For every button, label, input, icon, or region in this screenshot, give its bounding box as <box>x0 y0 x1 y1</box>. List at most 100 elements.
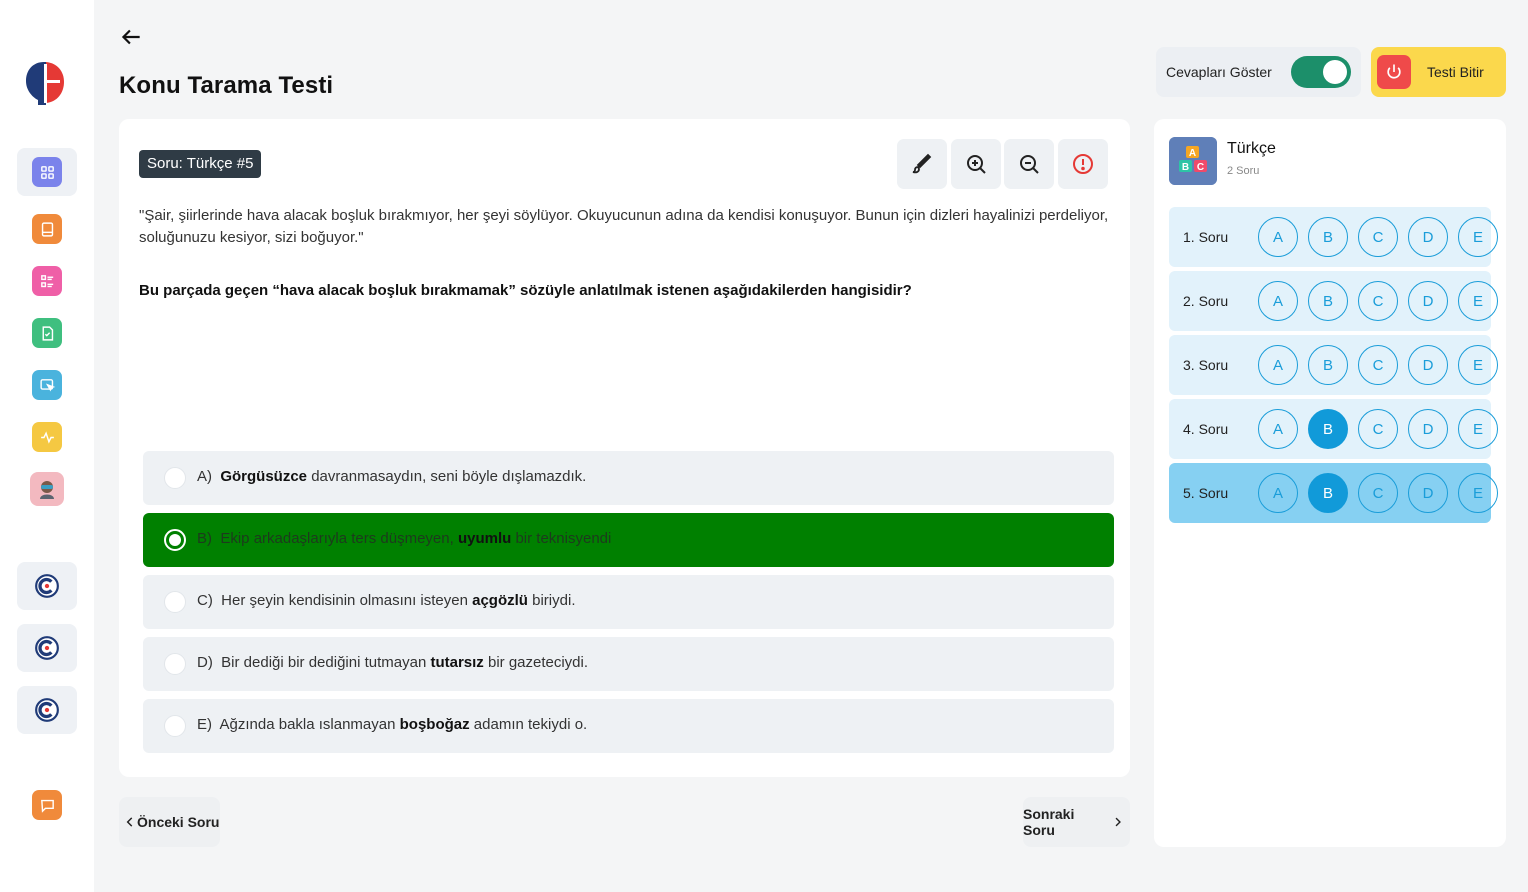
brand-c-icon <box>35 698 59 722</box>
answer-row: 2. Soru A B C D E <box>1169 271 1498 331</box>
svg-text:A: A <box>1189 148 1196 159</box>
previous-question-button[interactable]: Önceki Soru <box>119 797 220 847</box>
avatar-icon <box>30 472 64 506</box>
option-radio[interactable] <box>164 591 186 613</box>
option-radio[interactable] <box>164 529 186 551</box>
answer-row: 3. Soru A B C D E <box>1169 335 1498 395</box>
next-question-button[interactable]: Sonraki Soru <box>1023 797 1130 847</box>
answer-bubble-d[interactable]: D <box>1408 281 1448 321</box>
question-prompt: Bu parçada geçen “hava alacak boşluk bır… <box>139 282 912 299</box>
previous-question-label: Önceki Soru <box>137 814 220 830</box>
show-answers-toggle-box: Cevapları Göster <box>1156 47 1361 97</box>
answer-bubble-b[interactable]: B <box>1308 281 1348 321</box>
answer-bubble-a[interactable]: A <box>1258 473 1298 513</box>
book-icon <box>32 214 62 244</box>
option-radio[interactable] <box>164 715 186 737</box>
answer-bubble-a[interactable]: A <box>1258 281 1298 321</box>
svg-text:C: C <box>1197 162 1204 173</box>
question-badge: Soru: Türkçe #5 <box>139 150 262 178</box>
finish-test-button[interactable]: Testi Bitir <box>1371 47 1506 97</box>
option-text: D) Bir dediği bir dediğini tutmayan tuta… <box>197 654 589 671</box>
file-check-icon <box>32 318 62 348</box>
zoom-in-button[interactable] <box>951 139 1001 189</box>
answer-bubble-c[interactable]: C <box>1358 409 1398 449</box>
show-answers-switch[interactable] <box>1291 56 1351 88</box>
chat-icon <box>32 790 62 820</box>
show-answers-label: Cevapları Göster <box>1166 64 1272 80</box>
answer-bubble-c[interactable]: C <box>1358 345 1398 385</box>
answer-bubble-e[interactable]: E <box>1458 409 1498 449</box>
page-title: Konu Tarama Testi <box>119 72 334 99</box>
sidebar <box>0 0 94 892</box>
sidebar-item-chat[interactable] <box>17 781 77 829</box>
cursor-screen-icon <box>32 370 62 400</box>
answer-bubble-d[interactable]: D <box>1408 345 1448 385</box>
answer-bubble-d[interactable]: D <box>1408 473 1448 513</box>
option-d[interactable]: D) Bir dediği bir dediğini tutmayan tuta… <box>143 637 1114 691</box>
chevron-right-icon <box>1115 817 1121 827</box>
answer-row: 4. Soru A B C D E <box>1169 399 1498 459</box>
zoom-out-button[interactable] <box>1004 139 1054 189</box>
svg-text:B: B <box>1182 162 1189 173</box>
answer-row-label: 3. Soru <box>1183 357 1229 373</box>
zoom-out-icon <box>1020 155 1039 174</box>
answer-bubble-c[interactable]: C <box>1358 281 1398 321</box>
answer-bubble-b[interactable]: B <box>1308 409 1348 449</box>
answer-row: 1. Soru A B C D E <box>1169 207 1498 267</box>
sidebar-item-profile[interactable] <box>17 465 77 513</box>
question-card: Soru: Türkçe #5 "Şair, şiirlerinde hava … <box>119 119 1130 777</box>
answer-bubble-a[interactable]: A <box>1258 409 1298 449</box>
question-passage: "Şair, şiirlerinde hava alacak boşluk bı… <box>139 207 1109 246</box>
answer-bubble-e[interactable]: E <box>1458 345 1498 385</box>
grid-icon <box>32 157 62 187</box>
power-icon <box>1377 55 1411 89</box>
zoom-in-icon <box>967 155 986 174</box>
option-text: A) Görgüsüzce davranmasaydın, seni böyle… <box>197 468 587 485</box>
answer-sheet-panel: A B C Türkçe 2 Soru 1. Soru A B C D E 2. Soru A… <box>1154 119 1506 847</box>
answer-bubble-d[interactable]: D <box>1408 409 1448 449</box>
sidebar-item-stats[interactable] <box>17 413 77 461</box>
sidebar-item-dashboard[interactable] <box>17 148 77 196</box>
option-text: C) Her şeyin kendisinin olmasını isteyen… <box>197 592 576 609</box>
finish-test-label: Testi Bitir <box>1427 64 1484 80</box>
sidebar-tile-1[interactable] <box>17 562 77 610</box>
chevron-left-icon <box>126 817 133 827</box>
sidebar-tile-3[interactable] <box>17 686 77 734</box>
app-logo[interactable] <box>24 60 66 106</box>
abc-blocks-icon: A B C <box>1169 137 1217 185</box>
back-arrow-icon[interactable] <box>118 24 144 50</box>
subject-name: Türkçe <box>1227 140 1276 157</box>
answer-bubble-c[interactable]: C <box>1358 217 1398 257</box>
answer-row-label: 5. Soru <box>1183 485 1229 501</box>
alert-icon <box>1073 154 1093 174</box>
switch-knob <box>1323 60 1347 84</box>
answer-bubble-e[interactable]: E <box>1458 217 1498 257</box>
option-radio[interactable] <box>164 467 186 489</box>
option-a[interactable]: A) Görgüsüzce davranmasaydın, seni böyle… <box>143 451 1114 505</box>
answer-bubble-d[interactable]: D <box>1408 217 1448 257</box>
option-b[interactable]: B) Ekip arkadaşlarıyla ters düşmeyen, uy… <box>143 513 1114 567</box>
activity-icon <box>32 422 62 452</box>
list-icon <box>32 266 62 296</box>
option-e[interactable]: E) Ağzında bakla ıslanmayan boşboğaz ada… <box>143 699 1114 753</box>
option-c[interactable]: C) Her şeyin kendisinin olmasını isteyen… <box>143 575 1114 629</box>
answer-row: 5. Soru A B C D E <box>1169 463 1498 523</box>
option-radio[interactable] <box>164 653 186 675</box>
answer-bubble-a[interactable]: A <box>1258 217 1298 257</box>
report-button[interactable] <box>1058 139 1108 189</box>
answer-bubble-e[interactable]: E <box>1458 281 1498 321</box>
sidebar-item-interactive[interactable] <box>17 361 77 409</box>
sidebar-item-books[interactable] <box>17 205 77 253</box>
answer-bubble-b[interactable]: B <box>1308 345 1348 385</box>
answer-bubble-b[interactable]: B <box>1308 217 1348 257</box>
answer-bubble-b[interactable]: B <box>1308 473 1348 513</box>
sidebar-item-lists[interactable] <box>17 257 77 305</box>
answer-bubble-e[interactable]: E <box>1458 473 1498 513</box>
sidebar-item-exams[interactable] <box>17 309 77 357</box>
option-text: E) Ağzında bakla ıslanmayan boşboğaz ada… <box>197 716 588 733</box>
answer-bubble-c[interactable]: C <box>1358 473 1398 513</box>
brand-c-icon <box>35 574 59 598</box>
brush-tool-button[interactable] <box>897 139 947 189</box>
answer-bubble-a[interactable]: A <box>1258 345 1298 385</box>
sidebar-tile-2[interactable] <box>17 624 77 672</box>
